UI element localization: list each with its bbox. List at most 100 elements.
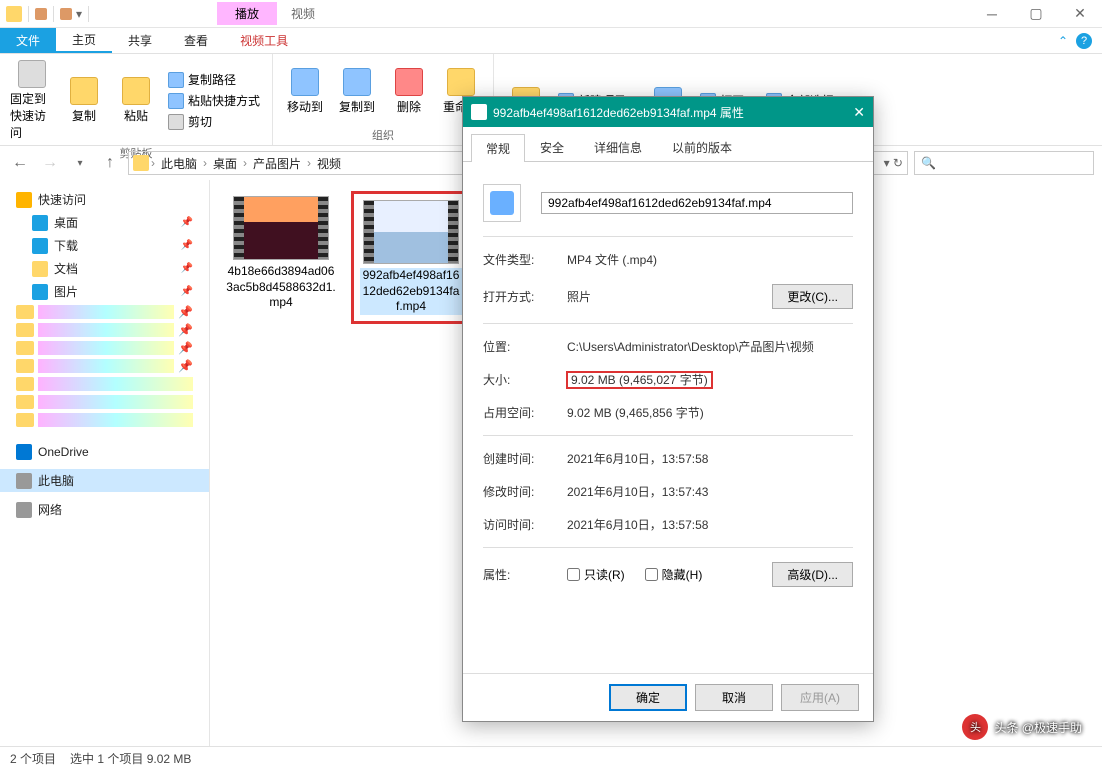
sidebar-desktop[interactable]: 桌面📌 [0,211,209,234]
navigation-pane: 快速访问 桌面📌 下载📌 文档📌 图片📌 📌 📌 📌 📌 OneDrive 此电… [0,180,210,746]
qat-dropdown[interactable]: ▾ [76,7,82,21]
maximize-button[interactable]: ▢ [1014,0,1058,28]
file-item[interactable]: 4b18e66d3894ad063ac5b8d4588632d1.mp4 [226,196,336,311]
pinned-folder[interactable]: 📌 [0,339,209,357]
pinned-folder[interactable] [0,411,209,429]
filename-input[interactable] [541,192,853,214]
qat-item[interactable] [60,8,72,20]
video-thumbnail [233,196,329,260]
paste-button[interactable]: 粘贴 [112,58,160,143]
properties-dialog: 992afb4ef498af1612ded62eb9134faf.mp4 属性 … [462,96,874,722]
view-tab[interactable]: 查看 [168,28,224,53]
selection-info: 选中 1 个项目 9.02 MB [70,750,191,767]
dialog-footer: 确定 取消 应用(A) [463,673,873,721]
context-label-video: 视频 [277,2,329,25]
crumb-folder1[interactable]: 产品图片 [249,155,305,172]
tab-previous-versions[interactable]: 以前的版本 [657,133,747,161]
video-thumbnail [363,200,459,264]
readonly-checkbox[interactable]: 只读(R) [567,566,625,583]
apply-button[interactable]: 应用(A) [781,684,859,711]
opens-with-label: 打开方式: [483,288,567,305]
hidden-checkbox[interactable]: 隐藏(H) [645,566,703,583]
file-name: 992afb4ef498af1612ded62eb9134faf.mp4 [360,268,462,315]
copy-button[interactable]: 复制 [60,58,108,143]
location-label: 位置: [483,338,567,355]
sidebar-documents[interactable]: 文档📌 [0,257,209,280]
dialog-tabs: 常规 安全 详细信息 以前的版本 [463,127,873,162]
pin-quick-access-button[interactable]: 固定到快速访问 [8,58,56,143]
modified-value: 2021年6月10日，13:57:43 [567,483,853,500]
dialog-title: 992afb4ef498af1612ded62eb9134faf.mp4 属性 [493,104,744,121]
organize-group-label: 组织 [281,125,485,143]
delete-button[interactable]: 删除 [385,58,433,125]
tab-security[interactable]: 安全 [525,133,579,161]
ribbon-tabs: 文件 主页 共享 查看 视频工具 ⌃ ? [0,28,1102,54]
recent-button[interactable]: ▾ [68,151,92,175]
sidebar-onedrive[interactable]: OneDrive [0,441,209,463]
size-on-disk-label: 占用空间: [483,404,567,421]
cancel-button[interactable]: 取消 [695,684,773,711]
type-value: MP4 文件 (.mp4) [567,251,853,268]
pinned-folder[interactable]: 📌 [0,357,209,375]
sidebar-downloads[interactable]: 下载📌 [0,234,209,257]
sidebar-this-pc[interactable]: 此电脑 [0,469,209,492]
accessed-value: 2021年6月10日，13:57:58 [567,516,853,533]
change-button[interactable]: 更改(C)... [772,284,853,309]
quick-access-toolbar: ▾ [0,6,97,22]
collapse-ribbon-icon[interactable]: ⌃ [1058,34,1068,48]
file-icon [471,104,487,120]
tab-general[interactable]: 常规 [471,134,525,162]
copy-path-button[interactable]: 复制路径 [164,70,264,89]
file-type-icon [483,184,521,222]
forward-button[interactable]: → [38,151,62,175]
qat-item[interactable] [35,8,47,20]
pinned-folder[interactable]: 📌 [0,321,209,339]
sidebar-quick-access[interactable]: 快速访问 [0,188,209,211]
video-tools-tab[interactable]: 视频工具 [224,28,304,53]
home-tab[interactable]: 主页 [56,28,112,53]
size-on-disk-value: 9.02 MB (9,465,856 字节) [567,404,853,421]
watermark-logo-icon: 头 [962,714,988,740]
size-label: 大小: [483,371,567,388]
sidebar-pictures[interactable]: 图片📌 [0,280,209,303]
item-count: 2 个项目 [10,750,56,767]
move-to-button[interactable]: 移动到 [281,58,329,125]
dialog-close-button[interactable]: ✕ [853,104,865,121]
folder-icon [133,155,149,171]
opens-with-value: 照片 [567,288,772,305]
pinned-folder[interactable]: 📌 [0,303,209,321]
created-label: 创建时间: [483,450,567,467]
crumb-folder2[interactable]: 视频 [313,155,345,172]
copy-to-button[interactable]: 复制到 [333,58,381,125]
tab-details[interactable]: 详细信息 [579,133,657,161]
separator [28,6,29,22]
dialog-titlebar[interactable]: 992afb4ef498af1612ded62eb9134faf.mp4 属性 … [463,97,873,127]
pinned-folder[interactable] [0,375,209,393]
crumb-this-pc[interactable]: 此电脑 [157,155,201,172]
help-icon[interactable]: ? [1076,33,1092,49]
share-tab[interactable]: 共享 [112,28,168,53]
close-button[interactable]: ✕ [1058,0,1102,28]
created-value: 2021年6月10日，13:57:58 [567,450,853,467]
pinned-folder[interactable] [0,393,209,411]
paste-shortcut-button[interactable]: 粘贴快捷方式 [164,91,264,110]
modified-label: 修改时间: [483,483,567,500]
status-bar: 2 个项目 选中 1 个项目 9.02 MB [0,746,1102,770]
sidebar-network[interactable]: 网络 [0,498,209,521]
ok-button[interactable]: 确定 [609,684,687,711]
accessed-label: 访问时间: [483,516,567,533]
back-button[interactable]: ← [8,151,32,175]
attributes-label: 属性: [483,566,567,583]
type-label: 文件类型: [483,251,567,268]
search-box[interactable]: 🔍 [914,151,1094,175]
crumb-desktop[interactable]: 桌面 [209,155,241,172]
up-button[interactable]: ↑ [98,151,122,175]
size-value-highlighted: 9.02 MB (9,465,027 字节) [567,372,712,388]
cut-button[interactable]: 剪切 [164,112,264,131]
advanced-button[interactable]: 高级(D)... [772,562,853,587]
file-item-selected[interactable]: 992afb4ef498af1612ded62eb9134faf.mp4 [356,196,466,319]
minimize-button[interactable]: ─ [970,0,1014,28]
file-name: 4b18e66d3894ad063ac5b8d4588632d1.mp4 [226,264,336,311]
folder-icon [6,6,22,22]
file-tab[interactable]: 文件 [0,28,56,53]
